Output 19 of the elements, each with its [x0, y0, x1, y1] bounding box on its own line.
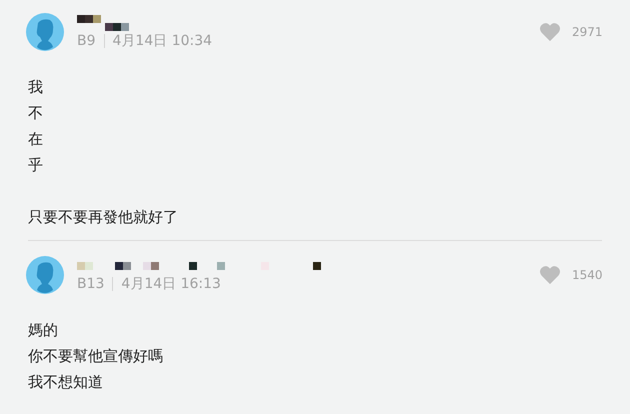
comment-time: 4月14日 16:13: [121, 274, 221, 292]
floor-number: B13: [77, 276, 104, 292]
like-count: 2971: [572, 25, 602, 39]
redacted-name-drawing: [77, 14, 129, 30]
comment-time: 4月14日 10:34: [112, 32, 212, 50]
comment-text: 我不想知道: [28, 372, 104, 393]
avatar-icon: [26, 256, 64, 294]
like-count: 1540: [572, 268, 602, 282]
heart-icon[interactable]: [539, 265, 561, 285]
comment-text: 我: [28, 77, 44, 98]
comment-text: 你不要幫他宣傳好嗎: [28, 346, 164, 367]
avatar-icon: [26, 13, 64, 51]
comment-text: 乎: [28, 155, 44, 176]
comment-text: 在: [28, 129, 44, 150]
comment-text: 只要不要再發他就好了: [28, 207, 179, 228]
comment-text: 不: [28, 103, 44, 124]
heart-icon[interactable]: [539, 22, 561, 42]
floor-number: B9: [77, 32, 96, 48]
comment-text: 媽的: [28, 320, 59, 341]
